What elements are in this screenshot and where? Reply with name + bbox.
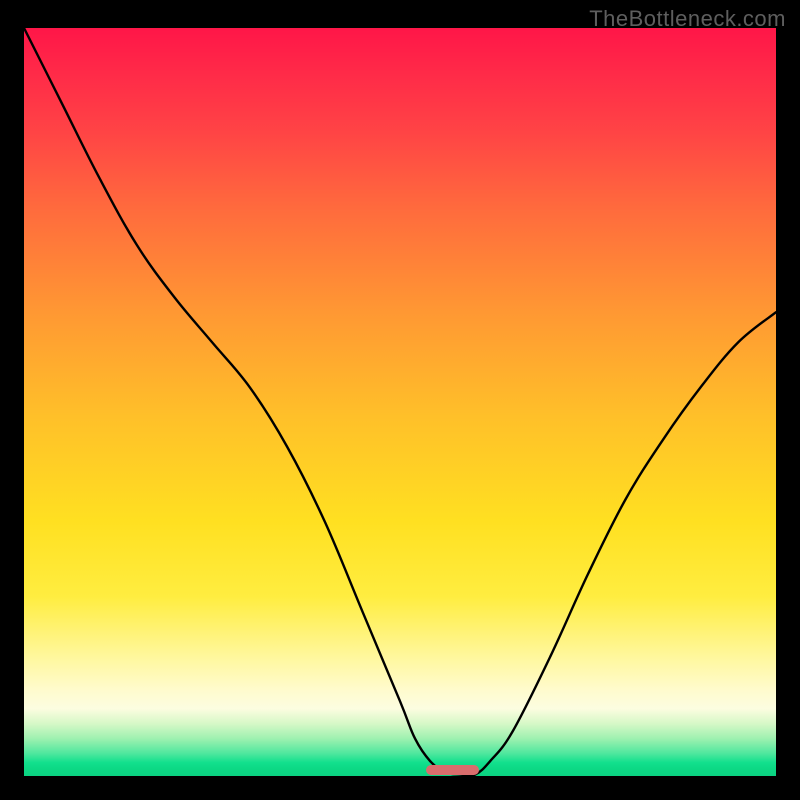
optimal-marker [426,765,479,775]
chart-container: TheBottleneck.com [0,0,800,800]
bottleneck-curve [24,28,776,776]
plot-area [24,28,776,776]
watermark-text: TheBottleneck.com [589,6,786,32]
curve-path [24,28,776,776]
